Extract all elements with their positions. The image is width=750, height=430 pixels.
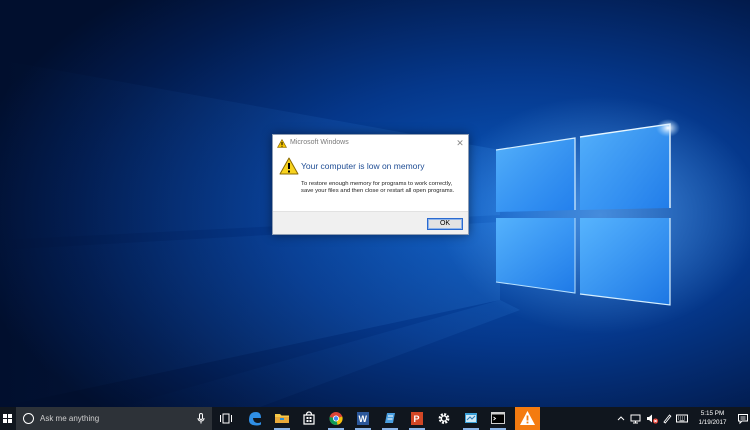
volume-muted-icon[interactable] [645,407,659,430]
microphone-icon[interactable] [196,413,206,424]
network-icon[interactable] [629,407,643,430]
dialog-body: Your computer is low on memory To restor… [273,152,468,209]
cortana-search-box[interactable] [16,407,212,430]
powerpoint-icon: P [411,412,423,425]
dialog-heading: Your computer is low on memory [301,161,425,171]
warning-icon [277,139,287,148]
svg-text:P: P [414,414,420,424]
pen-icon[interactable] [661,407,673,430]
app-icon [385,413,395,423]
command-prompt-app[interactable] [487,407,509,430]
clock-date: 1/19/2017 [698,419,727,426]
warning-icon [279,157,299,175]
word-app[interactable]: W [352,407,374,430]
warning-icon [520,411,535,425]
terminal-icon [491,412,505,424]
task-view-icon[interactable] [215,407,237,430]
store-icon[interactable] [298,407,320,430]
clock-time: 5:15 PM [700,410,725,417]
system-clock[interactable]: 5:15 PM 1/19/2017 [690,409,735,427]
folder-icon [275,414,289,423]
word-icon: W [357,412,369,425]
edge-icon[interactable] [244,407,266,430]
close-icon[interactable]: ✕ [452,135,468,151]
ok-button[interactable]: OK [427,218,463,230]
action-center-icon[interactable] [736,407,750,430]
keyboard-icon[interactable] [675,407,689,430]
search-input[interactable] [40,412,190,425]
blue-app[interactable] [379,407,401,430]
svg-text:W: W [359,414,368,424]
window-app[interactable] [460,407,482,430]
dialog-footer: OK [273,211,468,234]
desktop[interactable]: Microsoft Windows ✕ Your computer is low… [0,0,750,407]
windows-start-icon[interactable] [0,407,15,430]
dialog-message: To restore enough memory for programs to… [301,181,455,195]
warning-app[interactable] [515,407,540,430]
low-memory-dialog: Microsoft Windows ✕ Your computer is low… [272,134,469,235]
chrome-app[interactable] [325,407,347,430]
cortana-icon [23,413,34,424]
window-icon [465,413,477,423]
file-explorer-app[interactable] [271,407,293,430]
chevron-up-icon[interactable] [616,407,626,430]
dialog-title: Microsoft Windows [290,139,349,146]
powerpoint-app[interactable]: P [406,407,428,430]
dialog-titlebar[interactable]: Microsoft Windows ✕ [273,135,468,152]
gear-icon[interactable] [433,407,455,430]
taskbar: W P [0,407,750,430]
chrome-icon [329,412,343,425]
